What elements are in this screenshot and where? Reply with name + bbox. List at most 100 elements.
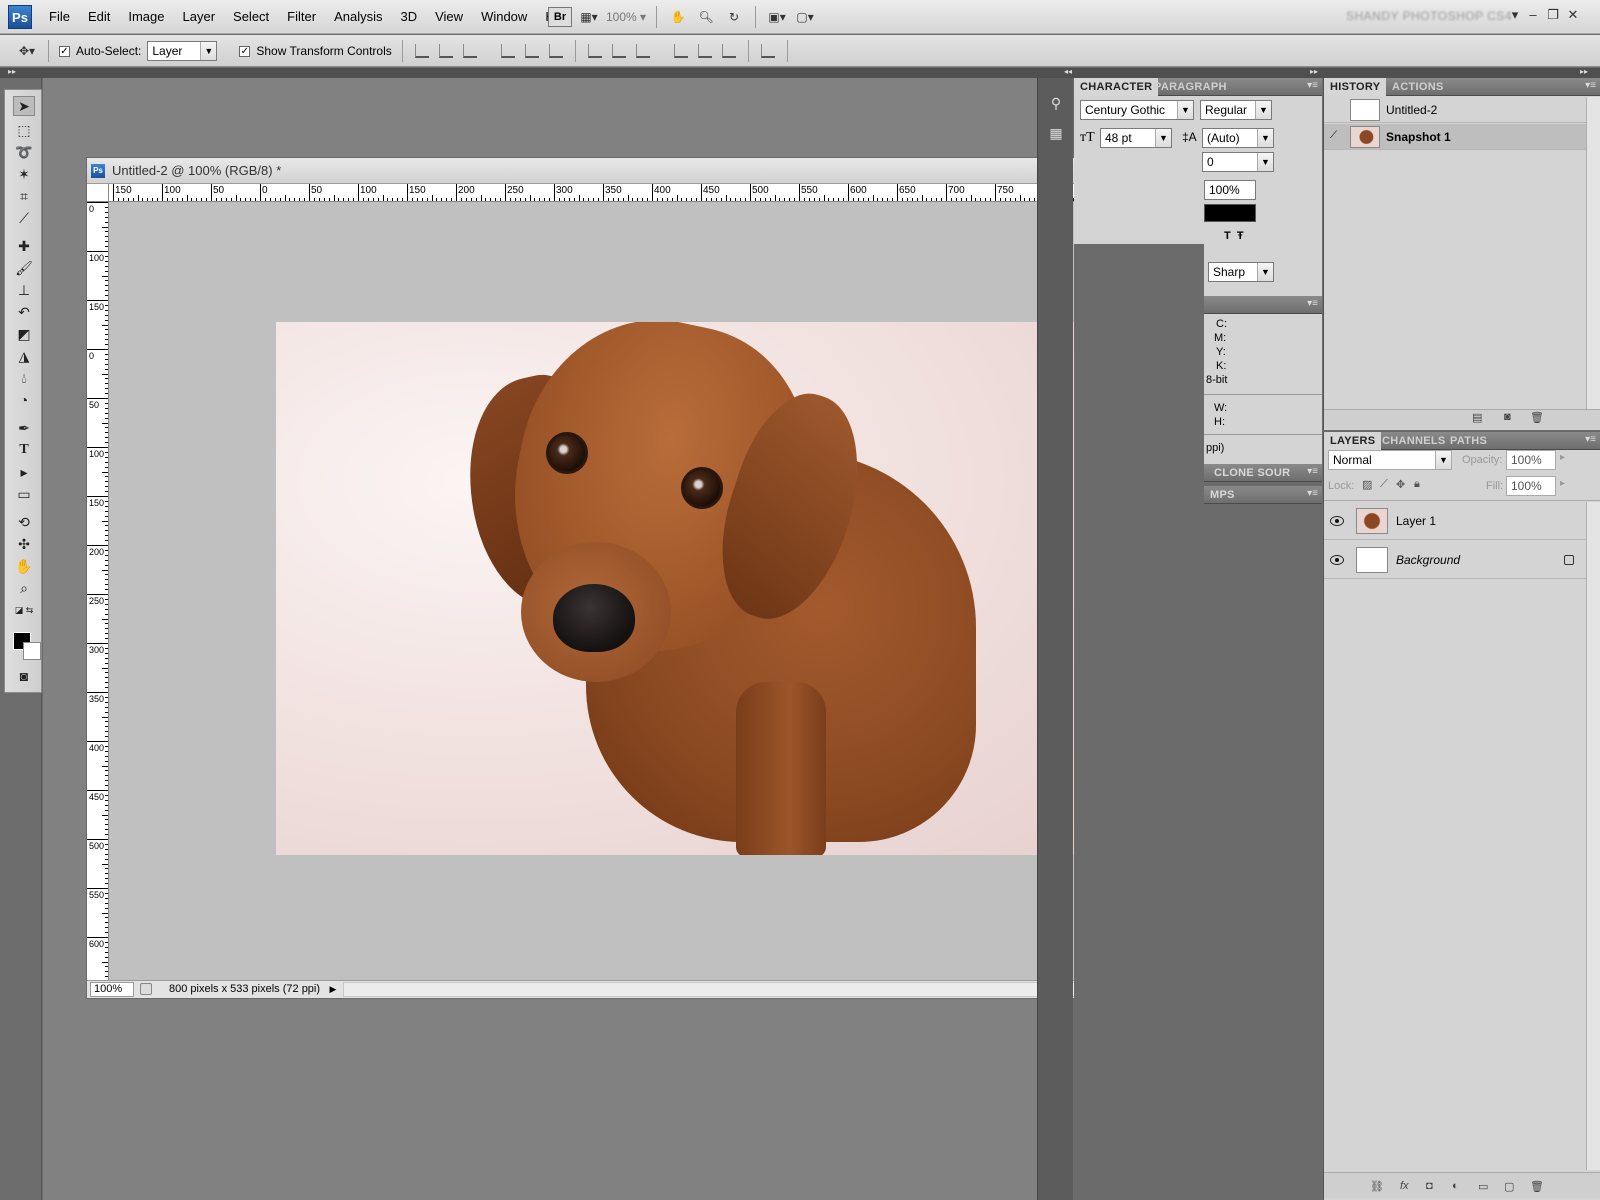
chevron-right-icon[interactable]: ▸	[1560, 452, 1565, 463]
layer-style-icon[interactable]: fx	[1400, 1180, 1409, 1194]
new-group-icon[interactable]: ▭	[1478, 1180, 1488, 1194]
fill-field[interactable]: 100%	[1506, 476, 1556, 496]
crop-tool-icon[interactable]: ⌗	[13, 186, 35, 206]
history-brush-source-icon[interactable]: ⟋	[1330, 130, 1337, 141]
move-tool-icon[interactable]: ➤	[13, 96, 35, 116]
tab-brush-presets[interactable]: MPS	[1204, 486, 1241, 504]
menu-window[interactable]: Window	[472, 0, 536, 34]
history-brush-icon[interactable]: ↶	[13, 302, 35, 322]
expand-panel-icon[interactable]: ▸▸	[1580, 67, 1588, 76]
view-extras-icon[interactable]: ▦▾	[578, 6, 600, 28]
eraser-icon[interactable]: ◩	[13, 324, 35, 344]
adjustment-layer-icon[interactable]: ◐	[1452, 1180, 1459, 1194]
3d-rotate-icon[interactable]: ⟲	[13, 512, 35, 532]
distribute-hcenter-icon[interactable]	[697, 44, 712, 58]
clone-stamp-icon[interactable]: ⊥	[13, 280, 35, 300]
tool-presets-icon[interactable]: ⚲	[1044, 92, 1068, 114]
tab-history[interactable]: HISTORY	[1324, 78, 1387, 96]
blur-tool-icon[interactable]: 💧︎	[13, 368, 35, 388]
hand-tool-icon[interactable]: ✋	[13, 556, 35, 576]
zoom-level-dropdown[interactable]: 100% ▾	[606, 6, 646, 28]
vertical-ruler[interactable]: 0 100 150 0 50 100 150 200 250 300 350 400 450 500 550…	[87, 202, 109, 980]
align-vertical-center-icon[interactable]	[438, 44, 453, 58]
distribute-right-icon[interactable]	[721, 44, 736, 58]
trash-icon[interactable]: 🗑︎	[1530, 1180, 1544, 1194]
close-icon[interactable]: ✕	[1564, 6, 1582, 24]
panel-menu-icon[interactable]: ▾≡	[1307, 488, 1318, 499]
tab-clone-source[interactable]: CLONE SOUR	[1208, 464, 1296, 482]
leading-dropdown[interactable]: (Auto) ▼	[1202, 128, 1274, 148]
panel-menu-icon[interactable]: ▾≡	[1307, 298, 1318, 309]
ruler-origin[interactable]	[87, 184, 109, 202]
menu-view[interactable]: View	[426, 0, 472, 34]
zoom-field[interactable]: 100%	[90, 982, 134, 997]
faux-style-icons[interactable]: T Ŧ	[1224, 230, 1244, 242]
tab-actions[interactable]: ACTIONS	[1386, 78, 1450, 96]
lock-position-icon[interactable]: ✥	[1396, 478, 1405, 491]
menu-edit[interactable]: Edit	[79, 0, 119, 34]
menu-3d[interactable]: 3D	[391, 0, 426, 34]
menu-file[interactable]: File	[40, 0, 79, 34]
align-bottom-icon[interactable]	[462, 44, 477, 58]
zoom-tool-icon[interactable]: ⌕	[13, 578, 35, 598]
chevron-down-icon[interactable]: ▾	[1506, 6, 1524, 24]
default-colors-icon[interactable]: ◪ ⇆	[13, 600, 35, 620]
menu-analysis[interactable]: Analysis	[325, 0, 391, 34]
brush-tool-icon[interactable]: 🖌︎	[13, 258, 35, 278]
hand-tool-icon[interactable]: ✋	[667, 6, 689, 28]
panel-menu-icon[interactable]: ▾≡	[1307, 80, 1318, 91]
add-mask-icon[interactable]: ◘	[1426, 1180, 1433, 1194]
menu-filter[interactable]: Filter	[278, 0, 325, 34]
blend-mode-dropdown[interactable]: Normal ▼	[1328, 450, 1452, 470]
align-left-icon[interactable]	[500, 44, 515, 58]
paint-bucket-icon[interactable]: ◮	[13, 346, 35, 366]
tab-channels[interactable]: CHANNELS	[1376, 432, 1452, 450]
history-item[interactable]: ⟋ Snapshot 1	[1324, 124, 1586, 150]
distribute-bottom-icon[interactable]	[635, 44, 650, 58]
layers-scrollbar[interactable]	[1586, 502, 1600, 1170]
eyedropper-icon[interactable]: ⟋	[13, 208, 35, 228]
move-tool-preset-icon[interactable]: ✥▾	[16, 40, 38, 62]
menu-image[interactable]: Image	[119, 0, 173, 34]
align-top-icon[interactable]	[414, 44, 429, 58]
font-size-dropdown[interactable]: 48 pt ▼	[1100, 128, 1172, 148]
distribute-center-icon[interactable]	[611, 44, 626, 58]
panel-menu-icon[interactable]: ▾≡	[1585, 80, 1596, 91]
auto-select-dropdown[interactable]: Layer ▼	[147, 41, 218, 61]
distribute-left-icon[interactable]	[673, 44, 688, 58]
eye-icon[interactable]	[1330, 515, 1344, 526]
tab-layers[interactable]: LAYERS	[1324, 432, 1382, 450]
zoom-tool-icon[interactable]: 🔍︎	[695, 6, 717, 28]
workspace-switcher[interactable]: SHANDY PHOTOSHOP CS4	[1346, 9, 1512, 23]
menu-select[interactable]: Select	[224, 0, 278, 34]
expand-panel-icon[interactable]: ▸▸	[1310, 67, 1318, 76]
eye-icon[interactable]	[1330, 554, 1344, 565]
history-scrollbar[interactable]	[1586, 97, 1600, 409]
marquee-tool-icon[interactable]: ⬚	[13, 120, 35, 140]
status-info-icon[interactable]	[140, 983, 152, 995]
text-color-swatch[interactable]	[1204, 204, 1256, 222]
minimize-icon[interactable]: –	[1524, 6, 1542, 24]
layer-row[interactable]: Layer 1	[1324, 502, 1586, 540]
font-family-dropdown[interactable]: Century Gothic ▼	[1080, 100, 1194, 120]
link-layers-icon[interactable]: ⛓︎	[1370, 1180, 1384, 1194]
font-style-dropdown[interactable]: Regular ▼	[1200, 100, 1272, 120]
shape-tool-icon[interactable]: ▭	[13, 484, 35, 504]
magic-wand-icon[interactable]: ✶	[13, 164, 35, 184]
dodge-tool-icon[interactable]: ◔	[13, 390, 35, 410]
chevron-right-icon[interactable]: ▸	[1560, 478, 1565, 489]
new-snapshot-icon[interactable]: ◙	[1504, 411, 1511, 425]
auto-align-layers-icon[interactable]	[760, 44, 775, 58]
dachshund-photo[interactable]	[276, 322, 1076, 855]
opacity-field[interactable]: 100%	[1506, 450, 1556, 470]
screen-mode-icon[interactable]: ▢▾	[794, 6, 816, 28]
restore-icon[interactable]: ❐	[1544, 6, 1562, 24]
align-horizontal-center-icon[interactable]	[524, 44, 539, 58]
history-item[interactable]: Untitled-2	[1324, 97, 1586, 123]
lock-image-icon[interactable]: ⟋	[1380, 478, 1388, 491]
lock-transparent-icon[interactable]: ▨	[1362, 478, 1372, 491]
distribute-top-icon[interactable]	[587, 44, 602, 58]
expand-toolbox-icon[interactable]: ▸▸	[8, 67, 16, 76]
horizontal-scale-field[interactable]: 100%	[1204, 180, 1256, 200]
show-transform-checkbox[interactable]: ✓	[239, 45, 251, 57]
